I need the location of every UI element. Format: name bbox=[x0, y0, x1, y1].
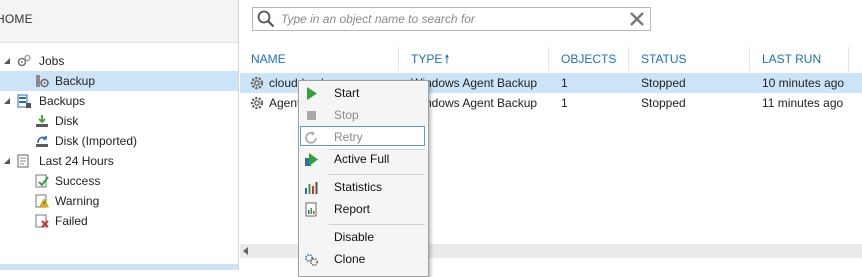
tree-item-label: Disk (Imported) bbox=[55, 134, 138, 148]
home-label: HOME bbox=[0, 12, 33, 26]
tree-item-label: Backup bbox=[55, 74, 96, 88]
job-status: Stopped bbox=[641, 96, 686, 110]
menu-item-label: Disable bbox=[334, 230, 375, 244]
pane-divider[interactable] bbox=[238, 0, 239, 270]
expander-icon[interactable]: ◢ bbox=[2, 151, 12, 171]
disk-imported-icon bbox=[36, 136, 48, 147]
history-icon bbox=[17, 154, 29, 168]
menu-item-clone[interactable]: Clone bbox=[299, 248, 428, 270]
menu-item-label: Start bbox=[334, 86, 360, 100]
gears-icon bbox=[17, 54, 31, 67]
job-type: Windows Agent Backup bbox=[411, 96, 538, 110]
job-last-run: 11 minutes ago bbox=[762, 96, 844, 110]
backup-job-icon bbox=[36, 75, 49, 88]
column-header-name[interactable]: NAME bbox=[251, 47, 286, 71]
statistics-icon bbox=[305, 182, 318, 194]
home-header[interactable]: HOME bbox=[0, 0, 238, 43]
tree-item-label: Last 24 Hours bbox=[39, 154, 114, 168]
tree-item-backups[interactable]: ◢ Backups bbox=[0, 91, 238, 111]
agent-job-gear-icon bbox=[250, 76, 264, 90]
menu-item-label: Clone bbox=[334, 252, 366, 266]
column-separator[interactable] bbox=[548, 47, 549, 71]
play-icon bbox=[307, 87, 317, 100]
job-status: Stopped bbox=[641, 76, 686, 90]
report-icon bbox=[305, 202, 317, 217]
tree-item-backup[interactable]: Backup bbox=[0, 71, 238, 91]
failed-icon bbox=[35, 214, 49, 228]
stop-icon bbox=[307, 111, 316, 120]
menu-separator bbox=[329, 174, 425, 175]
menu-item-active-full[interactable]: Active Full bbox=[299, 148, 428, 170]
retry-icon bbox=[305, 131, 317, 144]
menu-item-start[interactable]: Start bbox=[299, 82, 428, 104]
column-header-type-label: TYPE bbox=[411, 52, 443, 66]
column-separator[interactable] bbox=[848, 47, 849, 71]
menu-item-statistics[interactable]: Statistics bbox=[299, 176, 428, 198]
job-type: Windows Agent Backup bbox=[411, 76, 538, 90]
disk-icon bbox=[36, 115, 48, 127]
menu-item-label: Report bbox=[334, 202, 371, 216]
menu-item-retry[interactable]: Retry bbox=[299, 126, 428, 148]
active-full-icon bbox=[305, 153, 318, 166]
tree-item-warning[interactable]: Warning bbox=[0, 191, 238, 211]
menu-separator bbox=[329, 224, 425, 225]
tree-item-failed[interactable]: Failed bbox=[0, 211, 238, 231]
tree-item-disk[interactable]: Disk bbox=[0, 111, 238, 131]
column-header-objects[interactable]: OBJECTS bbox=[561, 47, 616, 71]
expander-icon[interactable]: ◢ bbox=[2, 91, 12, 111]
navigation-pane: HOME ◢ Jobs Backup ◢ Backups Disk Disk (… bbox=[0, 0, 238, 270]
tree-item-last-24-hours[interactable]: ◢ Last 24 Hours bbox=[0, 151, 238, 171]
column-header-status[interactable]: STATUS bbox=[641, 47, 687, 71]
nav-bottom-section[interactable] bbox=[0, 264, 238, 270]
sort-ascending-icon: 🠕 bbox=[444, 52, 450, 66]
tree-item-label: Warning bbox=[55, 194, 100, 208]
backups-icon bbox=[17, 94, 31, 108]
context-menu: Start Stop Retry Active Full Statistics bbox=[298, 80, 429, 277]
tree-item-jobs[interactable]: ◢ Jobs bbox=[0, 51, 238, 71]
menu-item-disable[interactable]: Disable bbox=[299, 226, 428, 248]
job-objects: 1 bbox=[561, 76, 568, 90]
scroll-left-arrow-icon[interactable] bbox=[243, 247, 248, 255]
tree-item-disk-imported[interactable]: Disk (Imported) bbox=[0, 131, 238, 151]
menu-item-label: Statistics bbox=[334, 180, 383, 194]
column-header-type[interactable]: TYPE 🠕 bbox=[411, 47, 450, 71]
clear-search-icon[interactable] bbox=[628, 10, 646, 28]
menu-item-label: Retry bbox=[334, 130, 363, 144]
job-objects: 1 bbox=[561, 96, 568, 110]
search-icon bbox=[257, 10, 275, 28]
success-icon bbox=[35, 174, 49, 188]
agent-job-gear-icon bbox=[250, 96, 264, 110]
tree-item-label: Success bbox=[55, 174, 101, 188]
column-separator[interactable] bbox=[749, 47, 750, 71]
column-separator[interactable] bbox=[628, 47, 629, 71]
tree-item-success[interactable]: Success bbox=[0, 171, 238, 191]
menu-item-stop[interactable]: Stop bbox=[299, 104, 428, 126]
tree-item-label: Failed bbox=[55, 214, 88, 228]
tree-item-label: Backups bbox=[39, 94, 86, 108]
job-last-run: 10 minutes ago bbox=[762, 76, 845, 90]
expander-icon[interactable]: ◢ bbox=[2, 51, 12, 71]
menu-item-report[interactable]: Report bbox=[299, 198, 428, 220]
menu-item-label: Active Full bbox=[334, 152, 390, 166]
search-input[interactable] bbox=[281, 10, 611, 28]
menu-item-label: Stop bbox=[334, 108, 359, 122]
tree-item-label: Jobs bbox=[39, 54, 65, 68]
warning-icon bbox=[35, 194, 49, 208]
column-separator[interactable] bbox=[398, 47, 399, 71]
search-box[interactable] bbox=[252, 7, 651, 31]
column-header-last-run[interactable]: LAST RUN bbox=[762, 47, 821, 71]
clone-icon bbox=[305, 254, 318, 266]
tree-item-label: Disk bbox=[55, 114, 79, 128]
